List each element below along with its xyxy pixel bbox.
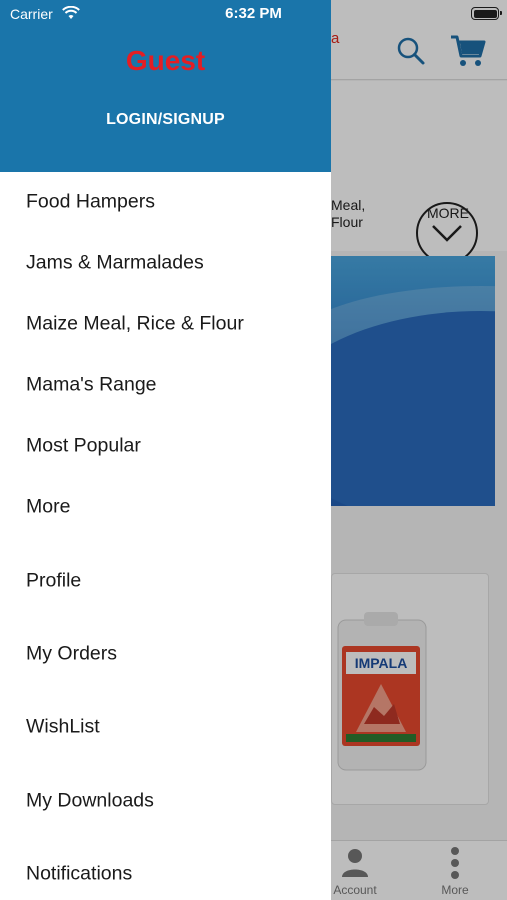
menu-item-notifications[interactable]: Notifications — [0, 846, 331, 900]
menu-item-label: Jams & Marmalades — [26, 251, 204, 274]
menu-item-most-popular[interactable]: Most Popular — [0, 418, 331, 474]
menu-item-label: Mama's Range — [26, 373, 157, 396]
battery-icon — [471, 7, 502, 20]
menu-item-more[interactable]: More — [0, 479, 331, 535]
menu-item-profile[interactable]: Profile — [0, 553, 331, 609]
login-signup-link[interactable]: LOGIN/SIGNUP — [0, 111, 331, 129]
side-drawer: Guest LOGIN/SIGNUP Food Hampers Jams & M… — [0, 0, 331, 900]
menu-item-label: My Orders — [26, 642, 118, 665]
menu-item-label: My Downloads — [26, 789, 154, 812]
menu-item-label: Profile — [26, 569, 82, 592]
menu-item-my-downloads[interactable]: My Downloads — [0, 773, 331, 829]
menu-item-jams-marmalades[interactable]: Jams & Marmalades — [0, 235, 331, 291]
menu-item-label: More — [26, 495, 71, 518]
user-name: Guest — [125, 45, 206, 76]
menu-item-label: Notifications — [26, 862, 133, 885]
menu-item-label: Food Hampers — [26, 190, 155, 213]
menu-item-label: WishList — [26, 715, 100, 738]
menu-item-mamas-range[interactable]: Mama's Range — [0, 357, 331, 413]
status-bar: Carrier 6:32 PM — [0, 0, 507, 28]
menu-item-label: Most Popular — [26, 434, 141, 457]
menu-item-label: Maize Meal, Rice & Flour — [26, 312, 244, 335]
menu-item-maize-meal-rice-flour[interactable]: Maize Meal, Rice & Flour — [0, 296, 331, 352]
clock: 6:32 PM — [225, 5, 282, 22]
menu-item-my-orders[interactable]: My Orders — [0, 626, 331, 682]
menu-item-wishlist[interactable]: WishList — [0, 699, 331, 755]
menu-item-food-hampers[interactable]: Food Hampers — [0, 174, 331, 230]
